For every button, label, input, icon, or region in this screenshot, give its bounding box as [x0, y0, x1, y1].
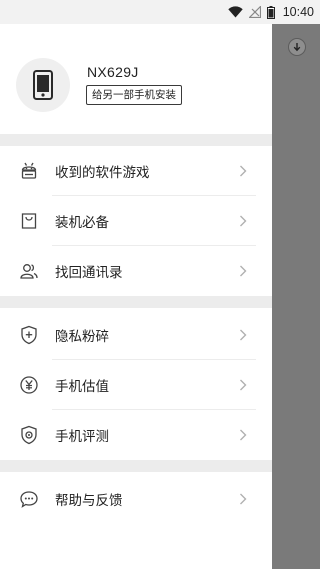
menu-item-phone-benchmark[interactable]: 手机评测 — [0, 410, 272, 459]
chat-bubble-icon — [18, 488, 40, 510]
battery-icon — [266, 5, 275, 19]
chevron-right-icon — [236, 429, 250, 441]
chevron-right-icon — [236, 165, 250, 177]
menu-item-phone-valuation[interactable]: 手机估值 — [0, 360, 272, 409]
menu-item-privacy-shredder[interactable]: 隐私粉碎 — [0, 310, 272, 359]
drawer-scrim[interactable] — [272, 24, 320, 569]
install-on-another-phone-button[interactable]: 给另一部手机安装 — [86, 85, 182, 105]
menu-item-label: 装机必备 — [55, 214, 109, 231]
signal-off-icon — [248, 6, 261, 18]
phone-icon — [33, 70, 53, 100]
wifi-icon — [228, 6, 243, 18]
section-gap — [0, 296, 272, 308]
menu-item-label: 隐私粉碎 — [55, 328, 109, 345]
device-name: NX629J — [87, 64, 139, 80]
menu-item-received-apps[interactable]: 收到的软件游戏 — [0, 146, 272, 195]
menu-item-help-feedback[interactable]: 帮助与反馈 — [0, 474, 272, 523]
avatar[interactable] — [16, 58, 70, 112]
yen-coin-icon — [18, 374, 40, 396]
chevron-right-icon — [236, 379, 250, 391]
shield-plus-icon — [18, 324, 40, 346]
status-icons: 10:40 — [228, 0, 314, 24]
menu-item-essential-apps[interactable]: 装机必备 — [0, 196, 272, 245]
contacts-icon — [18, 260, 40, 282]
shield-check-icon — [18, 424, 40, 446]
menu-item-label: 手机估值 — [55, 378, 109, 395]
chevron-right-icon — [236, 329, 250, 341]
chevron-right-icon — [236, 215, 250, 227]
section-gap — [0, 134, 272, 146]
chevron-right-icon — [236, 265, 250, 277]
menu-item-label: 收到的软件游戏 — [55, 164, 150, 181]
section-gap — [0, 460, 272, 472]
menu-item-recover-contacts[interactable]: 找回通讯录 — [0, 246, 272, 295]
menu-item-label: 帮助与反馈 — [55, 492, 123, 509]
profile-header: NX629J 给另一部手机安装 — [0, 24, 272, 134]
status-bar: 10:40 — [0, 0, 320, 24]
chevron-right-icon — [236, 493, 250, 505]
navigation-drawer: NX629J 给另一部手机安装 收到的软件游戏 装机必备 找回通讯录 隐私粉碎 … — [0, 24, 272, 569]
menu-item-label: 手机评测 — [55, 428, 109, 445]
status-time: 10:40 — [282, 5, 314, 19]
android-robot-icon — [18, 160, 40, 182]
download-icon[interactable] — [288, 38, 306, 56]
menu-item-label: 找回通讯录 — [55, 264, 123, 281]
shopping-bag-icon — [18, 210, 40, 232]
